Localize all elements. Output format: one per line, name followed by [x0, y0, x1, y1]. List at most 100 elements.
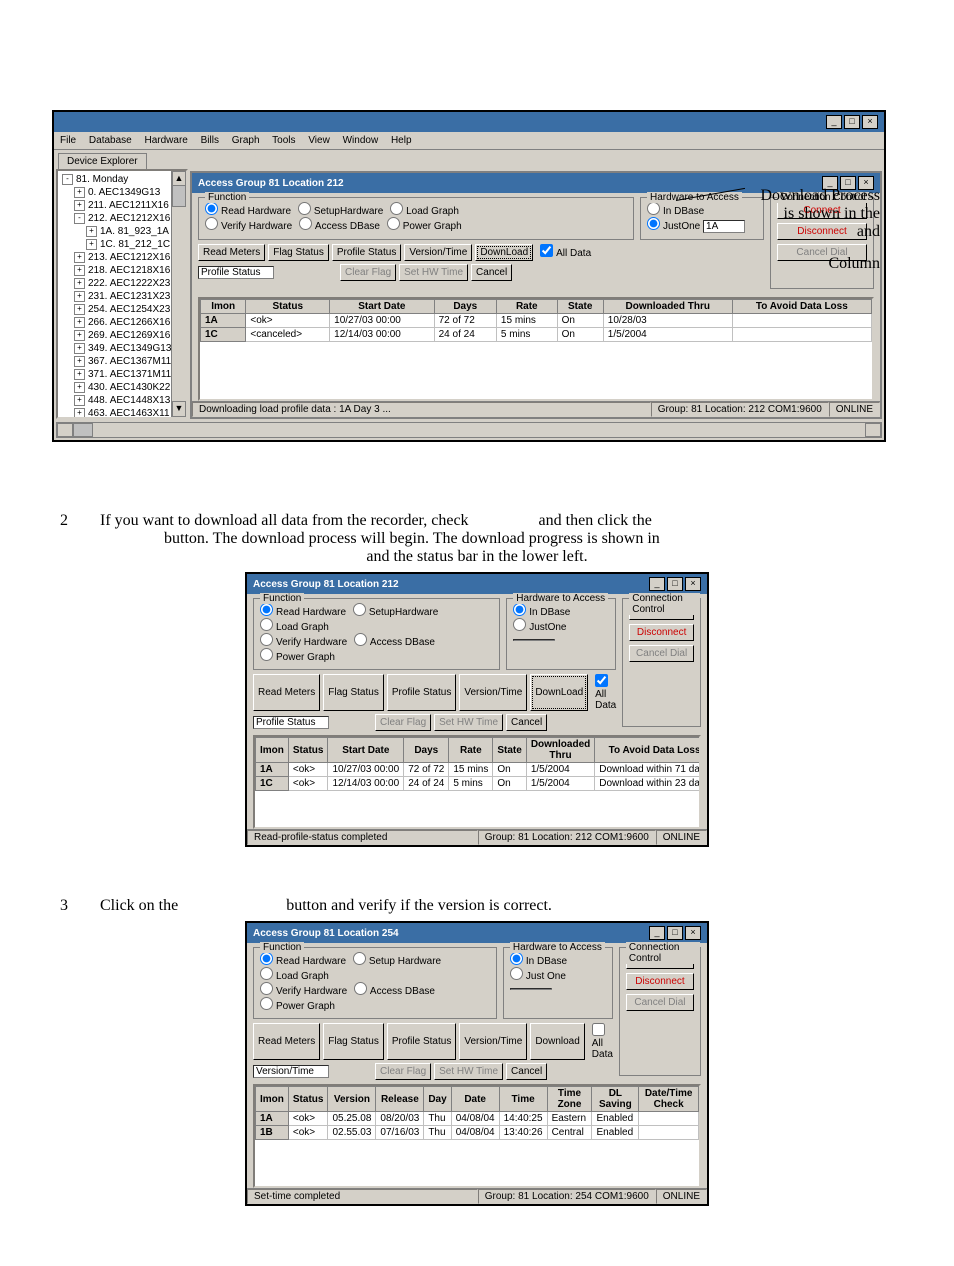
justone-select[interactable]: [510, 988, 552, 990]
version-time-button[interactable]: Version/Time: [404, 244, 472, 261]
col-header[interactable]: Status: [288, 1087, 328, 1112]
tree-node[interactable]: +463. AEC1463X11: [60, 407, 184, 419]
scroll-left-icon[interactable]: [57, 423, 73, 437]
tree-node[interactable]: +269. AEC1269X16: [60, 329, 184, 342]
table-row[interactable]: 1C<ok>12/14/03 00:0024 of 245 minsOn1/5/…: [256, 777, 702, 791]
minimize-icon[interactable]: _: [649, 577, 665, 591]
scroll-down-icon[interactable]: ▼: [172, 401, 186, 417]
scroll-thumb[interactable]: [172, 185, 186, 207]
table-row[interactable]: 1A<ok>10/27/03 00:0072 of 7215 minsOn10/…: [201, 314, 872, 328]
menu-view[interactable]: View: [308, 135, 330, 146]
maximize-icon[interactable]: □: [844, 115, 860, 129]
scroll-right-icon[interactable]: [865, 423, 881, 437]
col-header[interactable]: Rate: [496, 300, 557, 314]
tree-node[interactable]: +1C. 81_212_1C: [60, 238, 184, 251]
minimize-icon[interactable]: _: [826, 115, 842, 129]
close-icon[interactable]: ×: [685, 926, 701, 940]
opt-load-graph[interactable]: Load Graph: [390, 206, 459, 217]
tree-expand-icon[interactable]: +: [74, 278, 85, 289]
menu-database[interactable]: Database: [89, 135, 132, 146]
col-header[interactable]: Date: [451, 1087, 499, 1112]
tree-node[interactable]: +430. AEC1430K22: [60, 381, 184, 394]
col-header[interactable]: Version: [328, 1087, 376, 1112]
tree-node[interactable]: +222. AEC1222X23: [60, 277, 184, 290]
set-hw-time-button[interactable]: Set HW Time: [399, 264, 468, 281]
table-row[interactable]: 1A<ok>05.25.0808/20/03Thu04/08/0414:40:2…: [256, 1112, 699, 1126]
opt-verify-hardware[interactable]: Verify Hardware: [205, 221, 292, 232]
tree-node[interactable]: -212. AEC1212X16: [60, 212, 184, 225]
table-row[interactable]: 1B<ok>02.55.0307/16/03Thu04/08/0413:40:2…: [256, 1126, 699, 1140]
tree-expand-icon[interactable]: +: [74, 356, 85, 367]
col-header[interactable]: Imon: [201, 300, 246, 314]
tree-expand-icon[interactable]: +: [74, 200, 85, 211]
opt-power-graph[interactable]: Power Graph: [387, 221, 462, 232]
main-titlebar[interactable]: _ □ ×: [54, 112, 884, 132]
tree-expand-icon[interactable]: -: [62, 174, 73, 185]
col-header[interactable]: Imon: [256, 1087, 289, 1112]
tree-node[interactable]: +448. AEC1448X13: [60, 394, 184, 407]
col-header[interactable]: Start Date: [328, 738, 404, 763]
step2-titlebar[interactable]: Access Group 81 Location 212 _ □ ×: [247, 574, 707, 594]
cancel-button[interactable]: Cancel: [471, 264, 512, 281]
col-header[interactable]: Status: [246, 300, 330, 314]
profile-status-button[interactable]: Profile Status: [332, 244, 401, 261]
close-icon[interactable]: ×: [862, 115, 878, 129]
justone-select[interactable]: [513, 639, 555, 641]
menu-bills[interactable]: Bills: [201, 135, 219, 146]
tree-expand-icon[interactable]: +: [74, 317, 85, 328]
tree-node[interactable]: +211. AEC1211X16: [60, 199, 184, 212]
menubar[interactable]: File Database Hardware Bills Graph Tools…: [54, 132, 884, 150]
action-select[interactable]: Profile Status: [198, 266, 274, 279]
tree-node[interactable]: +349. AEC1349G13: [60, 342, 184, 355]
col-header[interactable]: Date/Time Check: [639, 1087, 699, 1112]
menu-window[interactable]: Window: [343, 135, 379, 146]
all-data-checkbox[interactable]: All Data: [540, 244, 591, 261]
table-row[interactable]: 1A<ok>10/27/03 00:0072 of 7215 minsOn1/5…: [256, 763, 702, 777]
clear-flag-button[interactable]: Clear Flag: [340, 264, 396, 281]
opt-read-hardware[interactable]: Read Hardware: [205, 206, 291, 217]
menu-tools[interactable]: Tools: [272, 135, 295, 146]
tree-expand-icon[interactable]: +: [74, 382, 85, 393]
tree-expand-icon[interactable]: +: [74, 408, 85, 419]
col-header[interactable]: Time: [499, 1087, 547, 1112]
tree-expand-icon[interactable]: +: [74, 369, 85, 380]
tree-expand-icon[interactable]: +: [74, 330, 85, 341]
tree-node[interactable]: +0. AEC1349G13: [60, 186, 184, 199]
tree-expand-icon[interactable]: +: [74, 252, 85, 263]
device-explorer-tab[interactable]: Device Explorer: [58, 153, 147, 169]
tree-node[interactable]: +218. AEC1218X16: [60, 264, 184, 277]
col-header[interactable]: Downloaded Thru: [603, 300, 732, 314]
opt-setup-hardware[interactable]: SetupHardware: [298, 206, 383, 217]
tree-scrollbar[interactable]: ▲ ▼: [171, 171, 186, 417]
col-header[interactable]: Day: [424, 1087, 451, 1112]
opt-just-one[interactable]: JustOne: [647, 221, 700, 232]
table-row[interactable]: 1C<canceled>12/14/03 00:0024 of 245 mins…: [201, 328, 872, 342]
flag-status-button[interactable]: Flag Status: [268, 244, 329, 261]
col-header[interactable]: State: [493, 738, 526, 763]
tree-expand-icon[interactable]: +: [74, 304, 85, 315]
maximize-icon[interactable]: □: [667, 926, 683, 940]
col-header[interactable]: Days: [404, 738, 449, 763]
col-header[interactable]: DL Saving: [592, 1087, 639, 1112]
read-meters-button[interactable]: Read Meters: [198, 244, 265, 261]
h-scroll-thumb[interactable]: [73, 423, 93, 437]
tree-node[interactable]: -81. Monday: [60, 173, 184, 186]
col-header[interactable]: Rate: [449, 738, 493, 763]
step3-titlebar[interactable]: Access Group 81 Location 254 _ □ ×: [247, 923, 707, 943]
tree-expand-icon[interactable]: -: [74, 213, 85, 224]
tree-expand-icon[interactable]: +: [74, 395, 85, 406]
menu-graph[interactable]: Graph: [232, 135, 260, 146]
tree-node[interactable]: +367. AEC1367M11: [60, 355, 184, 368]
tree-expand-icon[interactable]: +: [74, 291, 85, 302]
horizontal-scrollbar[interactable]: [56, 422, 882, 438]
menu-help[interactable]: Help: [391, 135, 412, 146]
col-header[interactable]: Time Zone: [547, 1087, 592, 1112]
device-tree[interactable]: -81. Monday+0. AEC1349G13+211. AEC1211X1…: [56, 169, 188, 419]
menu-file[interactable]: File: [60, 135, 76, 146]
col-header[interactable]: To Avoid Data Loss: [732, 300, 871, 314]
menu-hardware[interactable]: Hardware: [145, 135, 188, 146]
tree-expand-icon[interactable]: +: [86, 226, 97, 237]
download-button[interactable]: DownLoad: [475, 244, 533, 261]
maximize-icon[interactable]: □: [667, 577, 683, 591]
tree-expand-icon[interactable]: +: [74, 343, 85, 354]
